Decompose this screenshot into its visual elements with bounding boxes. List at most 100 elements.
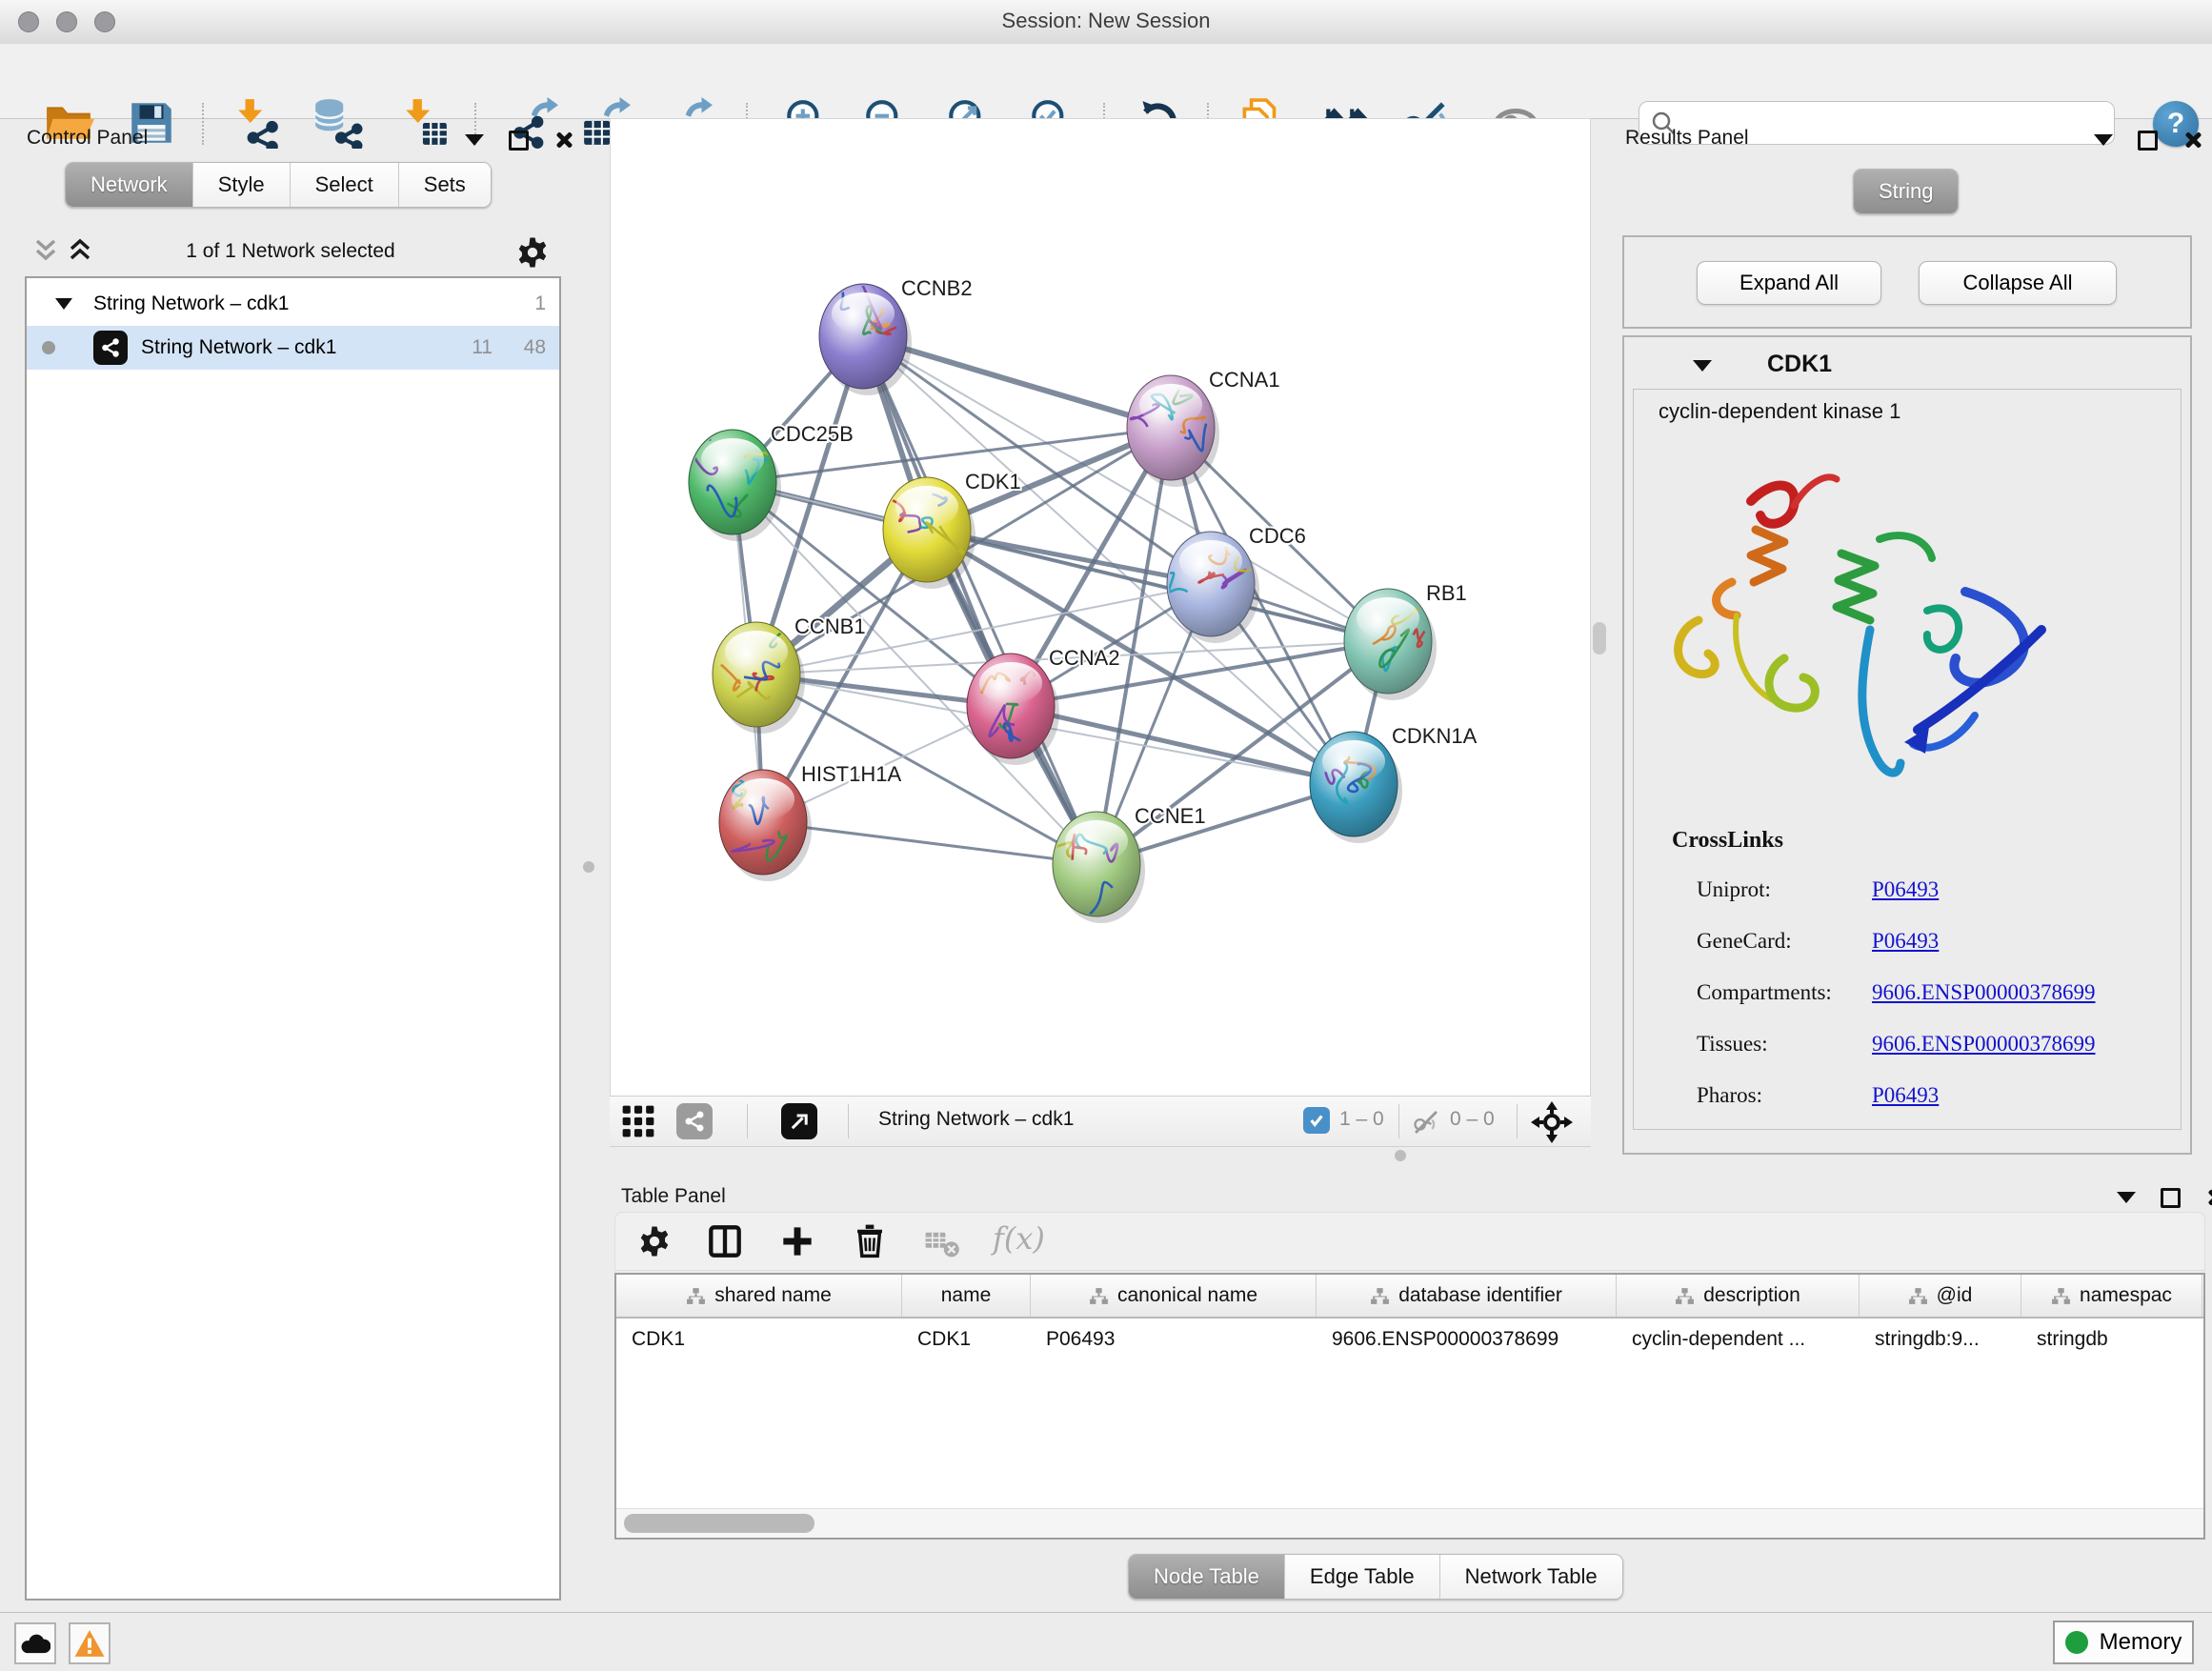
table-cell[interactable]: cyclin-dependent ...: [1617, 1328, 1860, 1351]
table-cell[interactable]: stringdb:9...: [1860, 1328, 2021, 1351]
toolbar-separator: [1398, 1104, 1399, 1138]
function-builder-icon: f(x): [993, 1220, 1045, 1257]
crosslink-row: Uniprot:P06493: [1697, 864, 2154, 916]
tab-sets[interactable]: Sets: [399, 163, 491, 207]
fit-content-crosshair-icon[interactable]: [1530, 1100, 1574, 1149]
column-label: description: [1703, 1284, 1800, 1307]
expand-all-tree-icon[interactable]: [67, 238, 93, 268]
table-cell[interactable]: 9606.ENSP00000378699: [1317, 1328, 1617, 1351]
graph-node-cdc6[interactable]: CDC6: [1161, 524, 1306, 643]
section-collapse-icon[interactable]: [1693, 360, 1712, 372]
tab-node-table[interactable]: Node Table: [1129, 1555, 1285, 1599]
birds-eye-view-icon[interactable]: [781, 1103, 817, 1139]
crosslink-label: Compartments:: [1697, 980, 1872, 1005]
panel-close-icon[interactable]: [553, 130, 574, 151]
tab-network[interactable]: Network: [66, 163, 193, 207]
graph-node-ccna1[interactable]: CCNA1: [1127, 368, 1280, 487]
panel-float-icon[interactable]: [2138, 131, 2158, 151]
splitter-handle[interactable]: [583, 861, 594, 873]
show-columns-icon[interactable]: [707, 1223, 743, 1264]
network-options-gear-icon[interactable]: [514, 234, 551, 275]
table-options-gear-icon[interactable]: [636, 1223, 673, 1264]
panel-menu-icon[interactable]: [2094, 134, 2113, 146]
panel-menu-icon[interactable]: [2117, 1192, 2136, 1203]
graph-node-ccnb2[interactable]: CCNB2: [819, 276, 973, 395]
graph-node-hist1h1a[interactable]: HIST1H1A: [719, 762, 901, 881]
title-bar: Session: New Session: [0, 0, 2212, 45]
panel-close-icon[interactable]: [2182, 130, 2203, 151]
import-table-from-file-icon[interactable]: [399, 97, 451, 149]
splitter-handle[interactable]: [1395, 1150, 1406, 1161]
memory-button[interactable]: Memory: [2053, 1621, 2194, 1664]
node-label: CDC25B: [771, 422, 854, 446]
crosslink-link[interactable]: 9606.ENSP00000378699: [1872, 980, 2096, 1005]
column-header-canonical-name[interactable]: canonical name: [1031, 1275, 1317, 1317]
panel-close-icon[interactable]: [2205, 1187, 2212, 1208]
table-cell[interactable]: CDK1: [902, 1328, 1031, 1351]
tab-string[interactable]: String: [1854, 170, 1958, 213]
graph-node-ccna2[interactable]: CCNA2: [967, 646, 1120, 765]
table-row[interactable]: CDK1CDK1P064939606.ENSP00000378699cyclin…: [616, 1319, 2203, 1360]
column-label: canonical name: [1117, 1284, 1257, 1307]
main-toolbar: ?: [0, 44, 2212, 119]
graph-node-cdc25b[interactable]: CDC25B: [687, 422, 854, 541]
column-label: namespac: [2080, 1284, 2172, 1307]
collection-label: String Network – cdk1: [93, 292, 289, 315]
column-header--id[interactable]: @id: [1860, 1275, 2021, 1317]
crosslink-label: Uniprot:: [1697, 877, 1872, 902]
network-overview-icon[interactable]: [676, 1103, 713, 1139]
graph-edge[interactable]: [763, 822, 1096, 864]
thumbnail-grid-icon[interactable]: [621, 1104, 655, 1143]
delete-column-trash-icon[interactable]: [852, 1221, 888, 1264]
panel-float-icon[interactable]: [2161, 1188, 2181, 1208]
panel-float-icon[interactable]: [509, 131, 529, 151]
import-network-from-database-icon[interactable]: [312, 97, 363, 149]
table-cell[interactable]: CDK1: [616, 1328, 902, 1351]
crosslink-row: GeneCard:P06493: [1697, 916, 2154, 967]
table-horizontal-scrollbar[interactable]: [616, 1508, 2203, 1538]
tab-style[interactable]: Style: [193, 163, 291, 207]
column-header-database-identifier[interactable]: database identifier: [1317, 1275, 1617, 1317]
cloud-icon[interactable]: [14, 1622, 56, 1664]
network-collection-row[interactable]: String Network – cdk1 1: [27, 282, 559, 326]
graph-node-cdkn1a[interactable]: CDKN1A: [1310, 724, 1478, 843]
column-header-namespac[interactable]: namespac: [2021, 1275, 2202, 1317]
tree-expand-icon[interactable]: [55, 298, 72, 310]
expand-all-button[interactable]: Expand All: [1697, 261, 1881, 305]
toolbar-separator: [747, 1104, 748, 1138]
crosslink-row: Pharos:P06493: [1697, 1070, 2154, 1121]
crosslink-link[interactable]: P06493: [1872, 1083, 1939, 1108]
column-header-description[interactable]: description: [1617, 1275, 1860, 1317]
protein-structure-image: [1641, 439, 2175, 820]
collapse-all-tree-icon[interactable]: [32, 238, 59, 268]
tab-network-table[interactable]: Network Table: [1440, 1555, 1622, 1599]
results-panel-tabs: String: [1853, 169, 1959, 214]
import-network-from-file-icon[interactable]: [231, 97, 283, 149]
gene-section: CDK1 cyclin-dependent kinase 1: [1622, 335, 2192, 1155]
crosslink-link[interactable]: 9606.ENSP00000378699: [1872, 1032, 2096, 1057]
scrollbar-thumb[interactable]: [624, 1514, 814, 1533]
tab-select[interactable]: Select: [291, 163, 399, 207]
graph-edge[interactable]: [1011, 706, 1354, 784]
selected-checkbox-icon[interactable]: [1303, 1107, 1330, 1134]
collapse-all-button[interactable]: Collapse All: [1919, 261, 2117, 305]
panel-menu-icon[interactable]: [465, 134, 484, 146]
create-column-icon[interactable]: [779, 1223, 815, 1264]
column-header-shared-name[interactable]: shared name: [616, 1275, 902, 1317]
table-cell[interactable]: stringdb: [2021, 1328, 2202, 1351]
network-row-selected[interactable]: String Network – cdk1 11 48: [27, 326, 559, 370]
tab-edge-table[interactable]: Edge Table: [1285, 1555, 1440, 1599]
warning-icon[interactable]: [69, 1622, 111, 1664]
column-header-name[interactable]: name: [902, 1275, 1031, 1317]
graph-node-ccnb1[interactable]: CCNB1: [713, 612, 866, 734]
graph-node-rb1[interactable]: RB1: [1344, 581, 1467, 700]
network-canvas[interactable]: CCNB2CCNA1CDC25BCDK1CDC6RB1CCNB1CCNA2CDK…: [610, 118, 1591, 1097]
crosslink-link[interactable]: P06493: [1872, 877, 1939, 902]
table-cell[interactable]: P06493: [1031, 1328, 1317, 1351]
column-label: name: [941, 1284, 992, 1307]
crosslink-link[interactable]: P06493: [1872, 929, 1939, 954]
graph-node-ccne1[interactable]: CCNE1: [1042, 804, 1206, 923]
splitter-handle[interactable]: [1593, 622, 1606, 654]
gene-symbol: CDK1: [1767, 351, 1832, 378]
crosslink-label: Pharos:: [1697, 1083, 1872, 1108]
